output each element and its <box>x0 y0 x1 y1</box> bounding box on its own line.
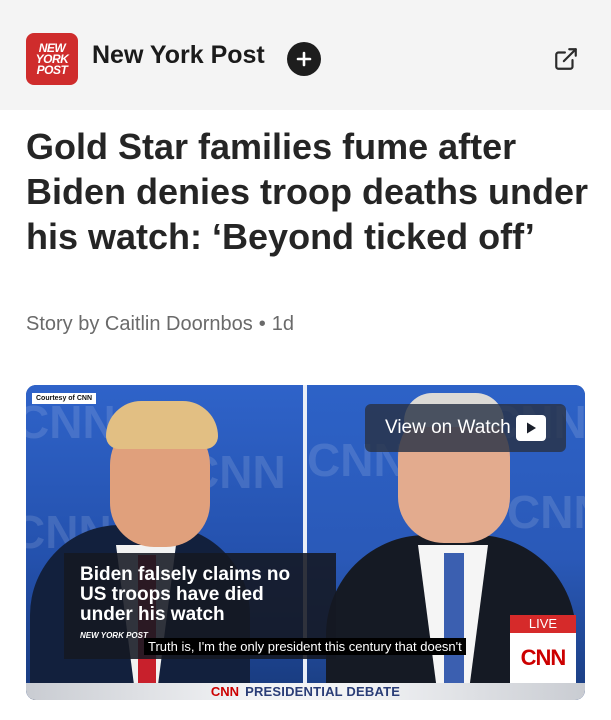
publisher-logo[interactable]: NEW YORK POST <box>26 33 78 85</box>
video-player[interactable]: CNN CNN CNN CNN CNN CNN Courtesy of CNN … <box>26 385 585 700</box>
chyron-headline: Biden falsely claims no US troops have d… <box>80 564 291 625</box>
logo-line-3: POST <box>36 62 68 77</box>
debate-banner: CNN PRESIDENTIAL DEBATE <box>26 683 585 700</box>
author-credit: Story by Caitlin Doornbos <box>26 313 253 335</box>
courtesy-label: Courtesy of CNN <box>32 393 97 404</box>
view-on-watch-button[interactable]: View on Watch <box>365 404 566 452</box>
view-on-watch-label: View on Watch <box>385 417 511 438</box>
banner-brand: CNN <box>210 684 240 699</box>
play-icon <box>516 415 546 441</box>
article-byline: Story by Caitlin Doornbos • 1d <box>26 313 294 336</box>
speaker-right-tie <box>444 553 464 693</box>
article-headline: Gold Star families fume after Biden deni… <box>26 126 589 257</box>
article-age: 1d <box>271 313 295 335</box>
live-label: LIVE <box>510 615 576 633</box>
cnn-logo: CNN <box>510 633 576 683</box>
follow-button[interactable] <box>287 42 321 76</box>
byline-separator: • <box>258 313 266 335</box>
speaker-left-hair <box>106 401 218 449</box>
banner-title: PRESIDENTIAL DEBATE <box>245 684 401 699</box>
closed-caption: Truth is, I'm the only president this ce… <box>144 638 466 655</box>
plus-icon <box>296 51 312 67</box>
live-badge: LIVE CNN <box>510 615 576 683</box>
publisher-header: NEW YORK POST New York Post <box>0 0 611 110</box>
publisher-name[interactable]: New York Post <box>92 41 265 70</box>
cnn-watermark: CNN <box>507 486 585 538</box>
external-link-icon <box>555 48 577 70</box>
open-external-button[interactable] <box>551 44 581 74</box>
